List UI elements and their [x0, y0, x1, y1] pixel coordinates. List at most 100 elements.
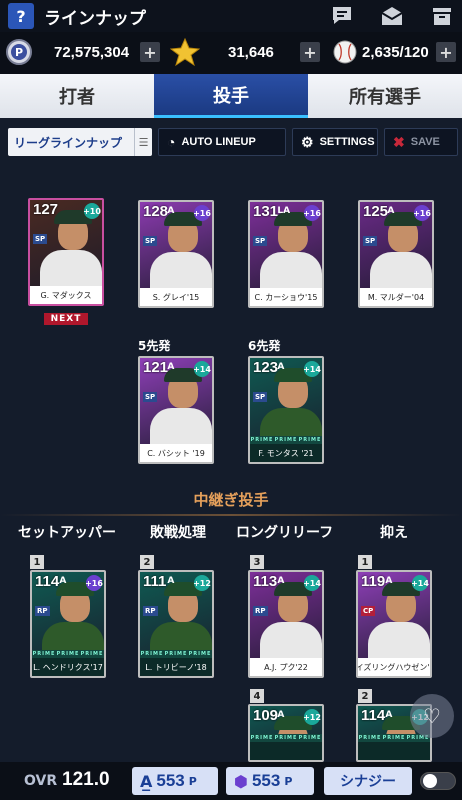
prime-strip: PRIME PRIME PRIME [358, 734, 430, 742]
prime-word: PRIME [250, 437, 274, 443]
card-name: M. マルダー'04 [360, 288, 432, 306]
box-icon[interactable] [428, 2, 456, 30]
card-ovr: 125 [363, 203, 389, 220]
player-card[interactable]: 113 A +14 RP A.J. プク'22 [248, 570, 324, 678]
prime-strip: PRIME PRIME PRIME [32, 650, 104, 658]
slot-5-label: 5先発 [138, 339, 171, 353]
message-icon[interactable] [328, 2, 356, 30]
help-button[interactable]: ? [8, 3, 34, 29]
toggle-knob [423, 774, 437, 788]
player-card[interactable]: 114 A +16 RP PRIME PRIME PRIME L. ヘンドリクス'17 [30, 570, 106, 678]
card-name [358, 742, 430, 760]
team-points-box[interactable]: A̲ 553 P [132, 767, 218, 795]
card-ovr: 113 [253, 573, 278, 590]
card-name: S. グレイ'15 [140, 288, 212, 306]
relief-order-number: 4 [250, 689, 264, 703]
card-ovr: 114 [361, 707, 386, 724]
svg-text:P: P [15, 46, 23, 59]
card-ovr: 119 [361, 573, 386, 590]
header-setup: セットアッパー [18, 525, 116, 541]
balls-resource: 2,635/120 [332, 38, 429, 66]
card-ovr: 109 [253, 707, 279, 724]
card-name: G. マダックス [30, 286, 102, 304]
stars-resource: 31,646 [170, 37, 274, 67]
card-bonus: +10 [83, 203, 101, 219]
synergy-button[interactable]: シナジー [324, 767, 412, 795]
card-team: A [167, 206, 175, 216]
relief-order-number: 1 [358, 555, 372, 569]
card-team: A [167, 576, 175, 586]
prime-word: PRIME [32, 651, 56, 657]
card-ovr: 131 [253, 203, 279, 220]
add-balls-button[interactable]: + [436, 42, 456, 62]
league-points-box[interactable]: ⬢ 553 P [226, 767, 314, 795]
card-ovr: 127 [33, 201, 59, 218]
tab-pitchers[interactable]: 投手 [154, 74, 308, 118]
player-card[interactable]: 111 A +12 RP PRIME PRIME PRIME L. トリビーノ'18 [138, 570, 214, 678]
points-resource: P 72,575,304 [6, 38, 129, 66]
card-bonus: +14 [303, 361, 321, 377]
settings-button[interactable]: ⚙ SETTINGS [292, 128, 378, 156]
player-card[interactable]: 128 A +16 SP S. グレイ'15 [138, 200, 214, 308]
player-card[interactable]: 127 +10 SP G. マダックス [28, 198, 104, 306]
gear-icon: ⚙ [301, 133, 314, 150]
player-card[interactable]: 123 A +14 SP PRIME PRIME PRIME F. モンタス '21 [248, 356, 324, 464]
mail-icon[interactable] [378, 2, 406, 30]
prime-word: PRIME [382, 735, 406, 741]
prime-word: PRIME [140, 651, 164, 657]
prime-word: PRIME [250, 735, 274, 741]
slot-6-label: 6先発 [248, 339, 281, 353]
tab-batters[interactable]: 打者 [0, 74, 154, 118]
player-card[interactable]: 125 A +16 SP M. マルダー'04 [358, 200, 434, 308]
card-position: SP [253, 392, 268, 402]
player-card[interactable]: 109A+12RPPRIMEPRIMEPRIME [248, 704, 324, 762]
league-lineup-select[interactable]: リーグラインナップ ☰ [8, 128, 152, 156]
auto-lineup-button[interactable]: ◔ AUTO LINEUP [158, 128, 286, 156]
card-ovr: 111 [143, 573, 167, 590]
card-position: CP [361, 606, 376, 616]
card-team: A [277, 710, 285, 720]
card-ovr: 123 [253, 359, 279, 376]
divider [0, 514, 462, 516]
save-button[interactable]: ✖ SAVE [384, 128, 458, 156]
card-position: SP [253, 236, 268, 246]
add-points-button[interactable]: + [140, 42, 160, 62]
next-badge: NEXT [44, 313, 88, 325]
card-name: L. ヘンドリクス'17 [32, 658, 104, 676]
prime-word: PRIME [274, 735, 298, 741]
add-stars-button[interactable]: + [300, 42, 320, 62]
prime-word: PRIME [188, 651, 212, 657]
bottom-bar: OVR 121.0 A̲ 553 P ⬢ 553 P シナジー [0, 762, 462, 800]
player-card[interactable]: 131 LA +16 SP C. カーショウ'15 [248, 200, 324, 308]
tab-bar: 打者 投手 所有選手 [0, 74, 462, 118]
card-position: SP [363, 236, 378, 246]
header-long-relief: ロングリリーフ [236, 525, 334, 541]
card-team: A [387, 206, 395, 216]
card-team: LA [277, 206, 291, 216]
points-value: 72,575,304 [54, 43, 130, 61]
card-name: C. バシット '19 [140, 444, 212, 462]
star-icon [170, 37, 200, 67]
team-points-unit: P [188, 774, 197, 788]
card-team: A [385, 710, 393, 720]
balls-value: 2,635/120 [362, 43, 429, 61]
card-bonus: +16 [303, 205, 321, 221]
heart-plus-button[interactable]: ♡ [410, 694, 454, 738]
card-position: RP [143, 606, 158, 616]
card-bonus: +14 [193, 361, 211, 377]
p-coin-icon: P [6, 39, 32, 65]
prime-word: PRIME [358, 735, 382, 741]
card-ovr: 114 [35, 573, 60, 590]
card-bonus: +14 [411, 575, 429, 591]
prime-word: PRIME [56, 651, 80, 657]
league-points-unit: P [284, 774, 293, 788]
player-card[interactable]: 121 A +14 SP C. バシット '19 [138, 356, 214, 464]
synergy-toggle[interactable] [420, 772, 456, 790]
prime-strip: PRIME PRIME PRIME [250, 436, 322, 444]
save-label: SAVE [410, 136, 440, 148]
prime-word: PRIME [274, 437, 298, 443]
tab-owned-players[interactable]: 所有選手 [308, 74, 462, 118]
player-card[interactable]: 119A +14 CP J. イズリングハウゼン'00 [356, 570, 432, 678]
auto-lineup-label: AUTO LINEUP [181, 136, 256, 148]
prime-word: PRIME [298, 437, 322, 443]
